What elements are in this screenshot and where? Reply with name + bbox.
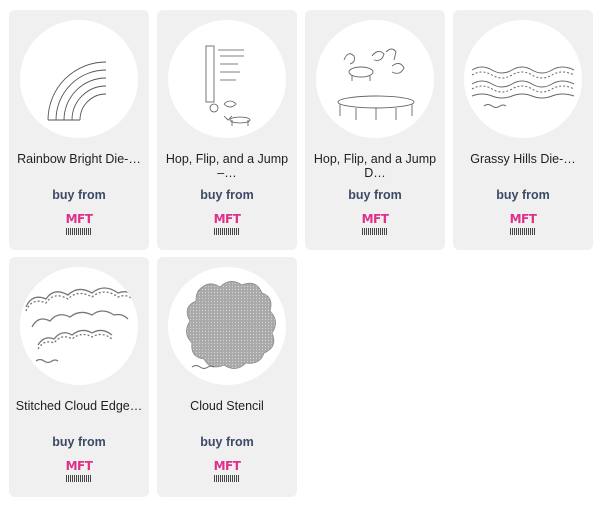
barcode-icon <box>362 228 388 235</box>
store-logo-mft[interactable]: MFT <box>361 212 389 238</box>
barcode-icon <box>66 228 92 235</box>
store-logo-mft[interactable]: MFT <box>213 459 241 485</box>
product-image-grassy-hills-die[interactable] <box>464 20 582 138</box>
product-image-trampoline-die[interactable] <box>316 20 434 138</box>
product-image-cloud-stencil[interactable] <box>168 267 286 385</box>
store-logo-mft[interactable]: MFT <box>65 212 93 238</box>
barcode-icon <box>66 475 92 482</box>
product-image-cloud-edge-die[interactable] <box>20 267 138 385</box>
product-title[interactable]: Hop, Flip, and a Jump D… <box>311 152 439 180</box>
store-logo-mft[interactable]: MFT <box>65 459 93 485</box>
product-card-cloud-stencil[interactable]: Cloud Stencil buy from MFT <box>157 257 297 497</box>
barcode-icon <box>214 475 240 482</box>
buy-from-label[interactable]: buy from <box>9 188 149 202</box>
buy-from-label[interactable]: buy from <box>157 435 297 449</box>
buy-from-label[interactable]: buy from <box>305 188 445 202</box>
product-card-hop-flip-die[interactable]: Hop, Flip, and a Jump D… buy from MFT <box>305 10 445 250</box>
store-logo-text: MFT <box>65 459 93 473</box>
product-title[interactable]: Stitched Cloud Edge… <box>15 399 143 413</box>
buy-from-label[interactable]: buy from <box>9 435 149 449</box>
store-logo-text: MFT <box>509 212 537 226</box>
product-card-stitched-cloud-edge[interactable]: Stitched Cloud Edge… buy from MFT <box>9 257 149 497</box>
product-card-rainbow-bright[interactable]: Rainbow Bright Die-… buy from MFT <box>9 10 149 250</box>
product-card-hop-flip-stamps[interactable]: Hop, Flip, and a Jump –… buy from MFT <box>157 10 297 250</box>
product-card-grassy-hills[interactable]: Grassy Hills Die-… buy from MFT <box>453 10 593 250</box>
barcode-icon <box>510 228 536 235</box>
store-logo-text: MFT <box>65 212 93 226</box>
store-logo-text: MFT <box>361 212 389 226</box>
store-logo-mft[interactable]: MFT <box>213 212 241 238</box>
product-title[interactable]: Grassy Hills Die-… <box>459 152 587 166</box>
product-grid: Rainbow Bright Die-… buy from MFT Hop, F <box>0 0 600 506</box>
product-image-stamp-sheet[interactable] <box>168 20 286 138</box>
store-logo-mft[interactable]: MFT <box>509 212 537 238</box>
product-image-rainbow-die[interactable] <box>20 20 138 138</box>
product-title[interactable]: Rainbow Bright Die-… <box>15 152 143 166</box>
store-logo-text: MFT <box>213 212 241 226</box>
buy-from-label[interactable]: buy from <box>453 188 593 202</box>
buy-from-label[interactable]: buy from <box>157 188 297 202</box>
barcode-icon <box>214 228 240 235</box>
store-logo-text: MFT <box>213 459 241 473</box>
product-title[interactable]: Cloud Stencil <box>163 399 291 413</box>
product-title[interactable]: Hop, Flip, and a Jump –… <box>163 152 291 180</box>
